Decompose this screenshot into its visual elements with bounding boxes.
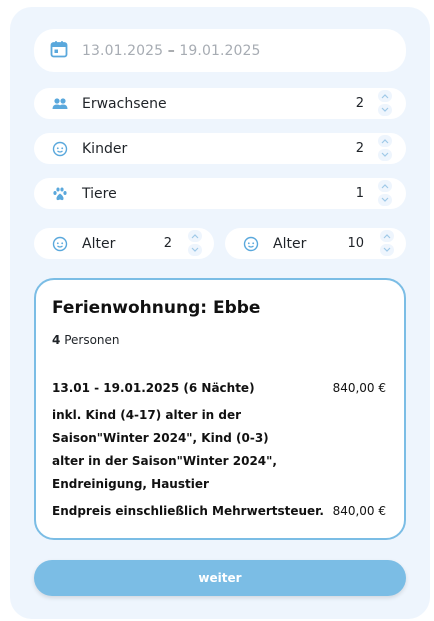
stay-price: 840,00 € — [332, 381, 386, 395]
booking-summary-card: Ferienwohnung: Ebbe 4 Personen 13.01 - 1… — [34, 278, 406, 540]
people-icon — [50, 97, 70, 110]
children-field: Kinder 2 — [34, 133, 406, 164]
children-stepper[interactable] — [378, 135, 392, 161]
child-age-stepper-1[interactable] — [188, 230, 202, 256]
decrement-icon[interactable] — [188, 244, 202, 256]
total-label: Endpreis einschließlich Mehrwertsteuer. — [52, 504, 324, 518]
pets-field: Tiere 1 — [34, 178, 406, 209]
date-separator: – — [163, 42, 180, 59]
increment-icon[interactable] — [378, 180, 392, 192]
persons-info: 4 Personen — [52, 333, 120, 347]
adults-field: Erwachsene 2 — [34, 88, 406, 119]
children-value[interactable]: 2 — [356, 141, 364, 156]
pets-value[interactable]: 1 — [356, 186, 364, 201]
persons-count: 4 — [52, 333, 61, 347]
increment-icon[interactable] — [378, 135, 392, 147]
child-face-icon — [50, 236, 70, 252]
continue-button[interactable]: weiter — [34, 560, 406, 596]
child-face-icon — [50, 141, 70, 157]
persons-label: Personen — [64, 333, 120, 347]
date-range-text: 13.01.2025 – 19.01.2025 — [82, 43, 261, 59]
child-age-field-2: Alter 10 — [225, 228, 406, 259]
paw-icon — [50, 186, 70, 202]
adults-label: Erwachsene — [82, 95, 167, 112]
child-face-icon — [241, 236, 261, 252]
decrement-icon[interactable] — [378, 194, 392, 206]
decrement-icon[interactable] — [380, 244, 394, 256]
adults-stepper[interactable] — [378, 90, 392, 116]
increment-icon[interactable] — [188, 230, 202, 242]
child-age-value-2[interactable]: 10 — [347, 236, 364, 251]
stay-dates: 13.01 - 19.01.2025 (6 Nächte) — [52, 381, 255, 395]
date-end: 19.01.2025 — [179, 42, 261, 59]
child-age-label-1: Alter — [82, 235, 116, 252]
increment-icon[interactable] — [380, 230, 394, 242]
included-items: inkl. Kind (4-17) alter in der Saison"Wi… — [52, 408, 277, 491]
child-age-value-1[interactable]: 2 — [164, 236, 172, 251]
pets-label: Tiere — [82, 185, 117, 202]
date-start: 13.01.2025 — [82, 42, 164, 59]
pets-stepper[interactable] — [378, 180, 392, 206]
children-label: Kinder — [82, 140, 128, 157]
child-age-stepper-2[interactable] — [380, 230, 394, 256]
date-range-field[interactable]: 13.01.2025 – 19.01.2025 — [34, 29, 406, 72]
decrement-icon[interactable] — [378, 104, 392, 116]
calendar-icon — [50, 40, 68, 62]
apartment-title: Ferienwohnung: Ebbe — [52, 298, 261, 318]
child-age-field-1: Alter 2 — [34, 228, 214, 259]
decrement-icon[interactable] — [378, 149, 392, 161]
total-price: 840,00 € — [332, 504, 386, 518]
child-age-label-2: Alter — [273, 235, 307, 252]
adults-value[interactable]: 2 — [356, 96, 364, 111]
increment-icon[interactable] — [378, 90, 392, 102]
